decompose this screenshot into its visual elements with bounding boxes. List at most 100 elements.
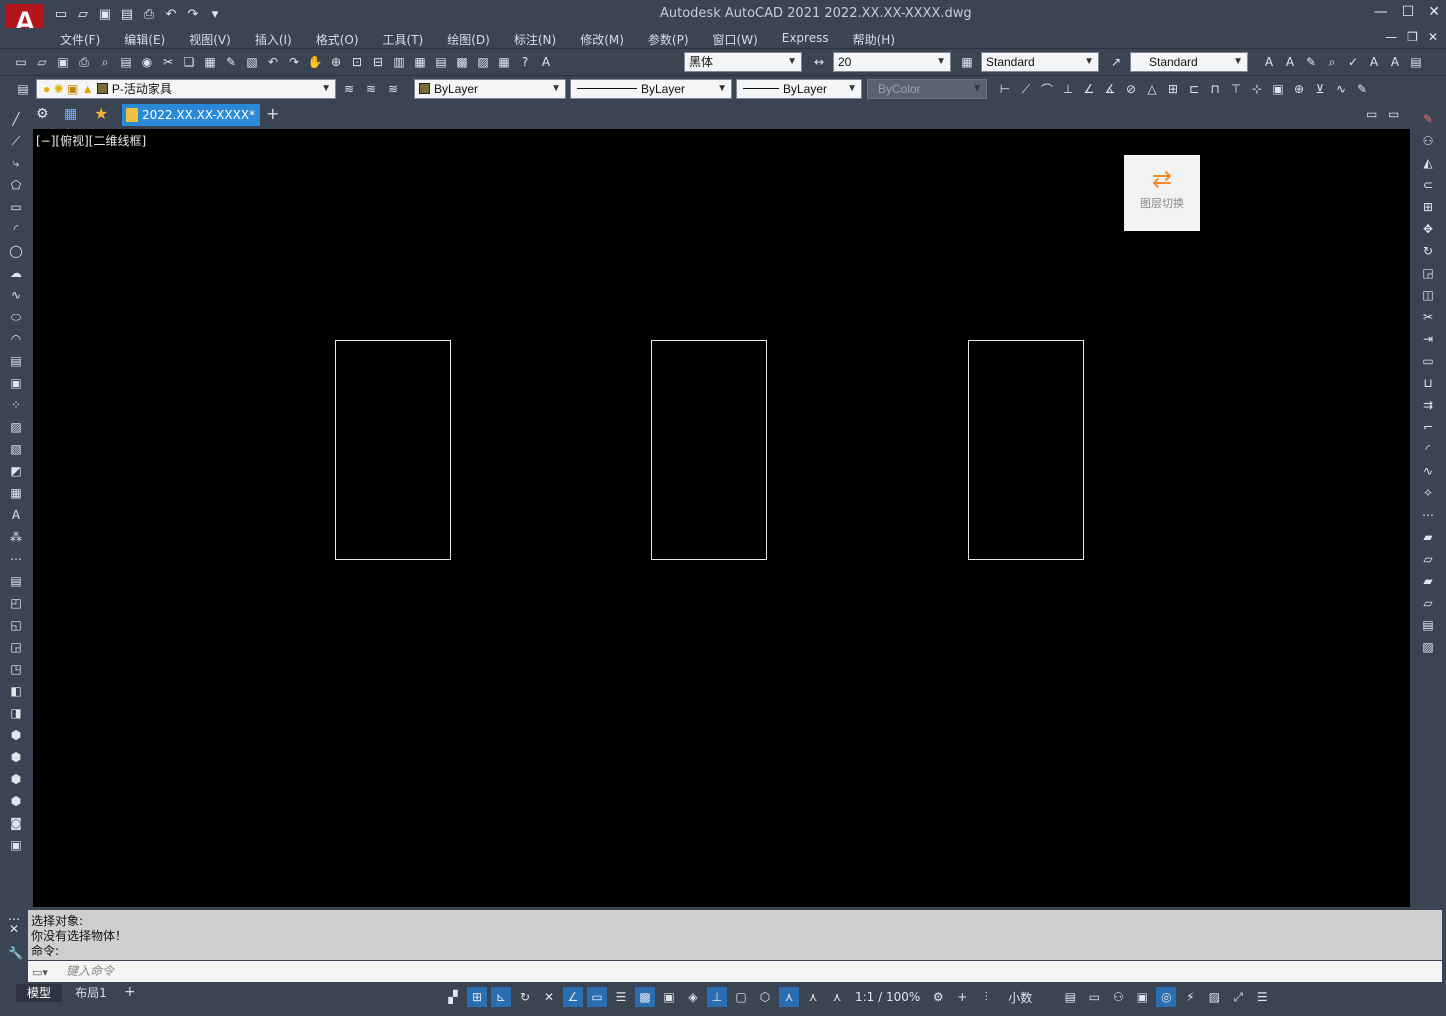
dynamic-ucs-icon[interactable]: ⊥ (707, 987, 727, 1007)
save-as-icon[interactable]: ▤ (118, 6, 136, 22)
properties-icon[interactable]: ▥ (390, 53, 408, 71)
jogged-icon[interactable]: ∡ (1101, 80, 1119, 98)
3dprint-icon[interactable]: ◉ (138, 53, 156, 71)
quick-properties-icon[interactable]: ▤ (1060, 987, 1080, 1007)
menu-draw[interactable]: 绘图(D) (447, 31, 502, 48)
mtext-icon[interactable]: A (7, 506, 25, 524)
ordinate-icon[interactable]: ⊥ (1059, 80, 1077, 98)
spell-check-icon[interactable]: ✓ (1344, 53, 1362, 71)
ellipse-icon[interactable]: ⬭ (7, 308, 25, 326)
spline-icon[interactable]: ∿ (7, 286, 25, 304)
toolpalettes-icon[interactable]: ▤ (432, 53, 450, 71)
layer-select[interactable]: ● ✺ ▣ ▲ P-活动家具 ▼ (36, 79, 336, 99)
dtext-icon[interactable]: A (1281, 53, 1299, 71)
menu-modify[interactable]: 修改(M) (580, 31, 636, 48)
diameter-icon[interactable]: ⊘ (1122, 80, 1140, 98)
isolate-objects-icon[interactable]: ⚇ (1108, 987, 1128, 1007)
snap-icon[interactable]: ⊾ (491, 987, 511, 1007)
qnew-icon[interactable]: ▭ (12, 53, 30, 71)
drawing-canvas[interactable]: [−][俯视][二维线框] ⇄ 图层切换 (33, 129, 1410, 907)
send-back-icon[interactable]: ▱ (1419, 550, 1437, 568)
polar-icon[interactable]: ∠ (563, 987, 583, 1007)
workspace-gear-icon[interactable]: ⚙ (928, 987, 948, 1007)
construction-line-icon[interactable]: ⟋ (7, 132, 25, 150)
view-bottom-icon[interactable]: ◱ (7, 616, 25, 634)
sheetset-icon[interactable]: ▩ (453, 53, 471, 71)
solid-layers-icon[interactable]: ▤ (7, 572, 25, 590)
selection-cycling-icon[interactable]: ▣ (659, 987, 679, 1007)
tab-layout1[interactable]: 布局1 (68, 984, 114, 1002)
close-icon[interactable]: ✕ (1428, 4, 1440, 20)
open-file-icon[interactable]: ▱ (74, 6, 92, 22)
save-icon[interactable]: ▣ (96, 6, 114, 22)
copy-object-icon[interactable]: ⚇ (1419, 132, 1437, 150)
table-style-select[interactable]: Standard ▼ (981, 52, 1099, 72)
calculator-icon[interactable]: ▦ (495, 53, 513, 71)
help-icon[interactable]: ? (516, 53, 534, 71)
gradient-icon[interactable]: ▧ (7, 440, 25, 458)
dim-space-icon[interactable]: ⊤ (1227, 80, 1245, 98)
explode-icon[interactable]: ✧ (1419, 484, 1437, 502)
tile-vertical-icon[interactable]: ▭ (1388, 107, 1399, 121)
arc-length-icon[interactable]: ⌒ (1038, 80, 1056, 98)
viewport-freeze-icon[interactable]: ▣ (67, 82, 78, 96)
doc-minimize-icon[interactable]: — (1385, 30, 1397, 44)
open-icon[interactable]: ▱ (33, 53, 51, 71)
gizmo-icon[interactable]: ⬡ (755, 987, 775, 1007)
rotate-icon[interactable]: ↻ (1419, 242, 1437, 260)
arc-icon[interactable]: ◜ (7, 220, 25, 238)
copy-icon[interactable]: ❏ (180, 53, 198, 71)
break-point-icon[interactable]: ▭ (1419, 352, 1437, 370)
erase-icon[interactable]: ✎ (1419, 110, 1437, 128)
zoom-previous-icon[interactable]: ⊟ (369, 53, 387, 71)
stretch-icon[interactable]: ◫ (1419, 286, 1437, 304)
dim-style-icon[interactable]: ↔ (810, 53, 828, 71)
radius-icon[interactable]: ∠ (1080, 80, 1098, 98)
layout-grid-icon[interactable]: ▦ (64, 106, 77, 122)
pan-icon[interactable]: ✋ (306, 53, 324, 71)
menu-help[interactable]: 帮助(H) (853, 31, 907, 48)
cut-icon[interactable]: ✂ (159, 53, 177, 71)
layer-switch-button[interactable]: ⇄ 图层切换 (1124, 155, 1200, 231)
zoom-window-icon[interactable]: ⊡ (348, 53, 366, 71)
chamfer-icon[interactable]: ⌐ (1419, 418, 1437, 436)
lock-icon[interactable]: ▲ (82, 82, 94, 96)
tab-drawing[interactable]: 2022.XX.XX-XXXX* (122, 104, 260, 126)
mtext-icon[interactable]: A (1260, 53, 1278, 71)
preview-icon[interactable]: ⌕ (96, 53, 114, 71)
view-right-icon[interactable]: ◳ (7, 660, 25, 678)
quick-dim-icon[interactable]: ⊞ (1164, 80, 1182, 98)
join-icon[interactable]: ⇉ (1419, 396, 1437, 414)
undo-icon[interactable]: ↶ (162, 6, 180, 22)
hatch-icon[interactable]: ▨ (7, 418, 25, 436)
dim-break-icon[interactable]: ⊹ (1248, 80, 1266, 98)
viewport-controls[interactable]: [−][俯视][二维线框] (36, 132, 146, 149)
jogged-linear-icon[interactable]: ∿ (1332, 80, 1350, 98)
plot-icon[interactable]: ⎙ (75, 53, 93, 71)
offset-icon[interactable]: ⊂ (1419, 176, 1437, 194)
graphics-performance-icon[interactable]: ▣ (1132, 987, 1152, 1007)
drawn-rectangle[interactable] (968, 340, 1084, 560)
maximize-icon[interactable]: ☐ (1402, 4, 1415, 20)
dynamic-input-icon[interactable]: ↻ (515, 987, 535, 1007)
center-mark-icon[interactable]: ⊕ (1290, 80, 1308, 98)
command-input[interactable]: ▭▾ 键入命令 (28, 961, 1442, 982)
insert-block-icon[interactable]: ▤ (7, 352, 25, 370)
lineweight-select[interactable]: ByLayer ▼ (736, 79, 862, 99)
text-style-icon[interactable]: A (537, 53, 555, 71)
iso-sw-icon[interactable]: ⬢ (7, 726, 25, 744)
add-selected-icon[interactable]: ⁂ (7, 528, 25, 546)
command-prompt-icon[interactable]: ▭▾ (32, 963, 60, 979)
object-snap-icon[interactable]: ▭ (587, 987, 607, 1007)
transparency-icon[interactable]: ▩ (635, 987, 655, 1007)
view-left-icon[interactable]: ◲ (7, 638, 25, 656)
table-icon[interactable]: ▦ (7, 484, 25, 502)
new-tab-button[interactable]: + (266, 104, 279, 123)
annotation-monitor-icon[interactable]: + (952, 987, 972, 1007)
ellipse-arc-icon[interactable]: ◠ (7, 330, 25, 348)
mleader-style-icon[interactable]: ↗ (1107, 53, 1125, 71)
circle-icon[interactable]: ◯ (7, 242, 25, 260)
zoom-realtime-icon[interactable]: ⊕ (327, 53, 345, 71)
redo-icon[interactable]: ↷ (184, 6, 202, 22)
bring-front-icon[interactable]: ▰ (1419, 528, 1437, 546)
